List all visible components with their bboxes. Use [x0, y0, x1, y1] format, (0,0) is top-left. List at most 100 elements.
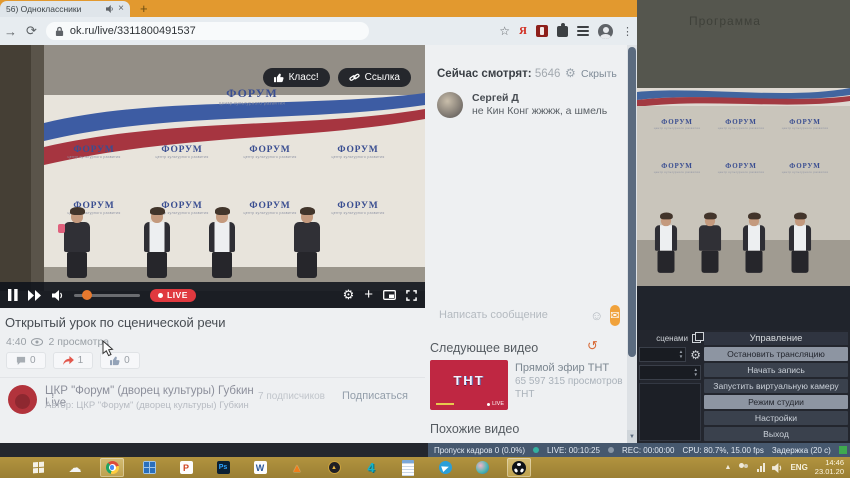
taskbar-notes-icon[interactable]	[396, 458, 420, 477]
red-extension-icon[interactable]	[536, 25, 548, 37]
obs-preview[interactable]: Программа ФОРУМцентр культурного развити…	[637, 0, 850, 330]
volume-slider[interactable]	[74, 294, 140, 297]
next-video-thumbnail[interactable]: ТНТ LIVE	[430, 360, 508, 410]
channel-avatar[interactable]	[8, 385, 37, 414]
comments-count: 0	[30, 355, 36, 366]
tray-volume-icon[interactable]	[772, 463, 783, 473]
subscribe-button[interactable]: Подписаться	[342, 390, 408, 402]
live-sidebar: Сейчас смотрят: 5646 ⚙ Скрыть Сергей Д н…	[425, 45, 628, 443]
tab-close-icon[interactable]: ×	[118, 4, 124, 14]
obs-stop-streaming-button[interactable]: Остановить трансляцию	[704, 347, 848, 361]
ok-live-page: ФОРУМцентр культурного развития ФОРУМцен…	[0, 45, 637, 443]
taskbar-powerpoint-icon[interactable]: P	[174, 458, 198, 477]
share-button[interactable]: 1	[53, 352, 94, 369]
transition-settings-icon[interactable]: ⚙	[690, 348, 701, 362]
tray-people-icon[interactable]	[738, 463, 750, 472]
next-video-title[interactable]: Прямой эфир ТНТ	[515, 362, 609, 374]
taskbar-word-icon[interactable]: W	[248, 458, 272, 477]
scrollbar-thumb[interactable]	[628, 47, 636, 357]
obs-start-recording-button[interactable]: Начать запись	[704, 363, 848, 377]
scrollbar-down-arrow[interactable]: ▼	[627, 430, 637, 443]
keyboard-language[interactable]: ENG	[790, 463, 807, 472]
views-eye-icon	[31, 338, 43, 346]
thumb-caption-bar	[436, 403, 454, 405]
player-settings-icon[interactable]: ⚙	[343, 287, 355, 303]
obs-exit-button[interactable]: Выход	[704, 427, 848, 441]
transition-select[interactable]: ▲▼	[639, 347, 686, 362]
windows-taskbar: ☁ P Ps W ▲ ▲ 4 ▲ ENG 14:46 23.01.20	[0, 457, 850, 478]
next-video-heading: Следующее видео	[430, 341, 538, 355]
sidebar-settings-icon[interactable]: ⚙	[565, 66, 576, 80]
mouse-cursor	[101, 340, 114, 357]
comments-button[interactable]: 0	[6, 352, 46, 369]
bookmark-star-icon[interactable]: ☆	[499, 24, 510, 38]
page-scrollbar[interactable]: ▼	[627, 45, 637, 443]
emoji-smiley-icon[interactable]: ☺	[590, 308, 603, 323]
taskbar-paint-app-icon[interactable]	[470, 458, 494, 477]
taskbar-chrome-icon[interactable]	[100, 458, 124, 477]
taskbar-cloud-app-icon[interactable]: ☁	[63, 458, 87, 477]
taskbar-obs-icon[interactable]	[507, 458, 531, 477]
forum-logo: ФОРУМцентр культурного развития	[314, 145, 402, 201]
person-silhouette	[60, 210, 94, 278]
volume-icon[interactable]	[52, 290, 64, 301]
taskbar-triangle-app-icon[interactable]: ▲	[322, 458, 346, 477]
browser-menu-icon[interactable]: ⋮	[622, 25, 633, 38]
live-label: LIVE	[167, 290, 188, 300]
controls-dock-title: Управление	[704, 332, 848, 345]
yandex-extension-icon[interactable]: Я	[519, 25, 527, 37]
copy-icon[interactable]	[692, 334, 701, 343]
volume-knob[interactable]	[82, 290, 92, 300]
klass-like-button[interactable]: Класс!	[263, 68, 330, 87]
transitions-label: сценами	[656, 334, 688, 343]
browser-tab[interactable]: 56) Одноклассники ×	[0, 1, 130, 17]
thumb-live-badge: LIVE	[487, 401, 504, 407]
send-envelope-icon: ✉	[610, 309, 619, 322]
tray-date: 23.01.20	[815, 468, 844, 477]
fullscreen-icon[interactable]	[406, 290, 417, 301]
taskbar-vlc-icon[interactable]: ▲	[285, 458, 309, 477]
taskbar-panels-app-icon[interactable]	[137, 458, 161, 477]
obs-settings-button[interactable]: Настройки	[704, 411, 848, 425]
player-add-icon[interactable]: +	[364, 288, 373, 302]
taskbar-telegram-icon[interactable]	[433, 458, 457, 477]
skip-forward-button[interactable]	[28, 290, 42, 301]
taskbar-photoshop-icon[interactable]: Ps	[211, 458, 235, 477]
comment-author[interactable]: Сергей Д	[472, 92, 519, 104]
network-signal-icon[interactable]	[757, 463, 765, 472]
forum-logo: ФОРУМцентр культурного развития	[709, 162, 773, 204]
profile-avatar[interactable]	[598, 24, 613, 39]
start-button[interactable]	[26, 458, 50, 477]
url-bar[interactable]: ok.ru/live/3311800491537	[46, 22, 369, 40]
share-link-button[interactable]: Ссылка	[338, 68, 411, 87]
lock-icon	[55, 26, 64, 37]
video-meta: 4:40 2 просмотра	[6, 336, 109, 348]
tray-expand-icon[interactable]: ▲	[725, 464, 732, 471]
extensions-puzzle-icon[interactable]	[557, 26, 568, 37]
bookmarks-list-icon[interactable]	[577, 26, 589, 36]
channel-author: Автор: ЦКР "Форум" (дворец культуры) Губ…	[45, 400, 275, 411]
obs-virtual-camera-button[interactable]: Запустить виртуальную камеру	[704, 379, 848, 393]
pause-button[interactable]	[8, 289, 18, 301]
forward-icon[interactable]: →	[4, 24, 17, 39]
tab-audio-icon[interactable]	[106, 5, 114, 13]
hide-chat-button[interactable]: Скрыть	[581, 68, 617, 80]
message-input[interactable]	[437, 308, 583, 322]
comment-avatar[interactable]	[437, 92, 463, 118]
reload-icon[interactable]: ⟳	[26, 23, 37, 39]
autoplay-toggle-icon[interactable]: ↻	[587, 338, 598, 354]
like-thumb-icon	[110, 356, 120, 366]
obs-studio-mode-button[interactable]: Режим студии	[704, 395, 848, 409]
new-tab-button[interactable]: +	[140, 2, 148, 15]
send-message-button[interactable]: ✉	[610, 305, 619, 326]
forum-logo: ФОРУМцентр культурного развития	[645, 118, 709, 160]
video-player[interactable]: ФОРУМцентр культурного развития ФОРУМцен…	[0, 45, 425, 308]
transition-duration-spinner[interactable]: ▲▼	[639, 365, 701, 380]
tray-clock[interactable]: 14:46 23.01.20	[815, 459, 844, 476]
dropped-frames-status: Пропуск кадров 0 (0.0%)	[434, 446, 525, 455]
next-video-channel[interactable]: ТНТ	[515, 389, 534, 400]
comment-text: не Кин Конг жжжж, а шмель	[472, 105, 607, 117]
taskbar-4k-app-icon[interactable]: 4	[359, 458, 383, 477]
miniplayer-icon[interactable]	[383, 290, 396, 300]
forum-banner: ФОРУМцентр культурного развития ФОРУМцен…	[645, 118, 845, 206]
